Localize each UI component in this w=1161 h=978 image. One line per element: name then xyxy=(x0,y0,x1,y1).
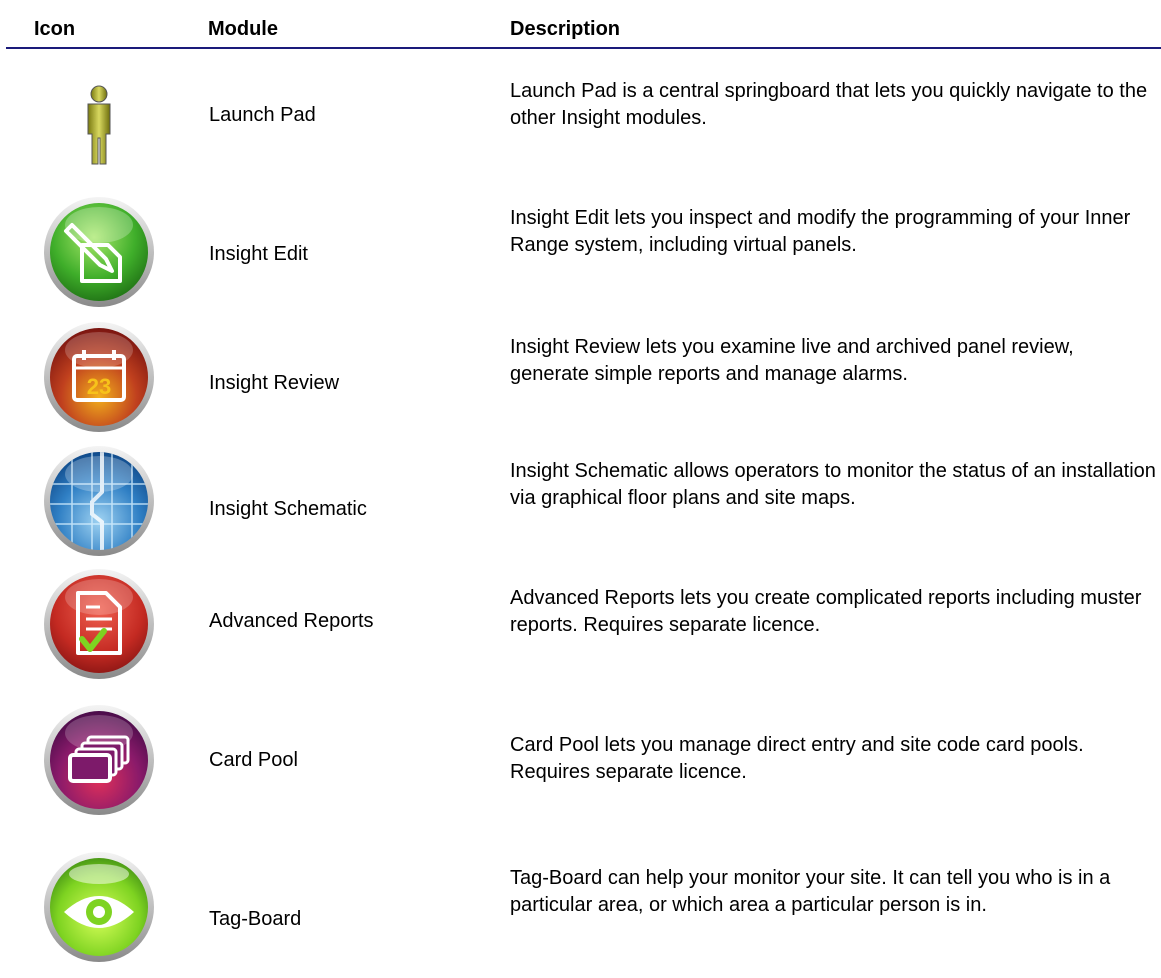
module-description: Card Pool lets you manage direct entry a… xyxy=(510,734,1084,783)
module-description: Advanced Reports lets you create complic… xyxy=(510,587,1142,636)
header-divider xyxy=(6,47,1161,49)
module-name: Insight Schematic xyxy=(209,498,367,520)
module-description: Tag-Board can help your monitor your sit… xyxy=(510,867,1111,916)
edit-pencil-icon xyxy=(44,197,154,307)
module-name: Insight Review xyxy=(209,372,340,394)
eye-icon xyxy=(44,852,154,962)
module-name: Tag-Board xyxy=(209,908,302,930)
module-description: Insight Schematic allows operators to mo… xyxy=(510,460,1156,509)
report-check-icon xyxy=(44,569,154,679)
person-icon xyxy=(87,85,111,165)
card-stack-icon xyxy=(44,705,154,815)
column-header-icon: Icon xyxy=(34,18,76,40)
column-header-description: Description xyxy=(510,18,621,40)
module-name: Card Pool xyxy=(209,749,298,771)
module-name: Insight Edit xyxy=(209,243,308,265)
module-name: Launch Pad xyxy=(209,104,316,126)
module-description: Insight Edit lets you inspect and modify… xyxy=(510,207,1131,256)
module-description: Launch Pad is a central springboard that… xyxy=(510,80,1148,129)
floor-plan-icon xyxy=(44,446,154,556)
column-header-module: Module xyxy=(208,18,278,40)
calendar-day: 23 xyxy=(87,374,111,399)
module-description: Insight Review lets you examine live and… xyxy=(510,336,1074,385)
module-name: Advanced Reports xyxy=(209,610,374,632)
calendar-icon: 23 xyxy=(44,322,154,432)
